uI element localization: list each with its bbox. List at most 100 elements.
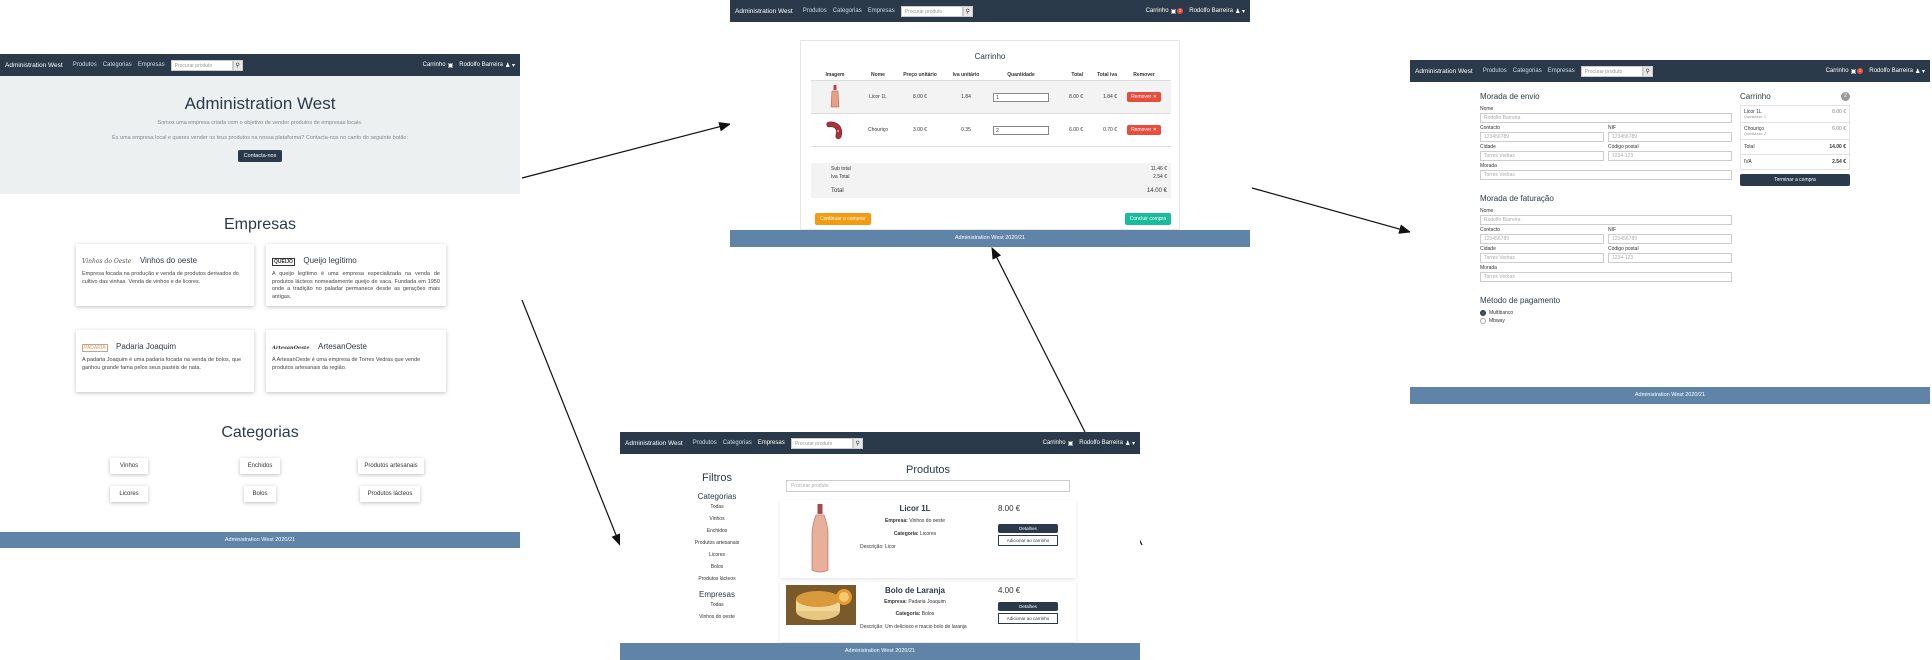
summary-item-qty: Quantidade: 1 bbox=[1744, 115, 1766, 119]
details-button[interactable]: Detalhes bbox=[998, 524, 1058, 533]
categoria-card[interactable]: Licores bbox=[110, 486, 148, 502]
nav-empresas[interactable]: Empresas bbox=[138, 62, 165, 68]
contact-button[interactable]: Contacta-nos bbox=[237, 150, 283, 162]
cidade-field[interactable]: Torres Vedras bbox=[1480, 253, 1604, 263]
contacto-field[interactable]: 123456789 bbox=[1480, 234, 1604, 244]
contacto-group: Contacto 123456789 bbox=[1480, 125, 1604, 142]
cart-link[interactable]: Carrinho bbox=[1826, 68, 1849, 74]
filter-item[interactable]: Bolos bbox=[692, 564, 742, 570]
user-menu[interactable]: Rodolfo Barreira bbox=[1869, 68, 1913, 74]
finish-purchase-button[interactable]: Terminar a compra bbox=[1740, 174, 1850, 186]
cart-link[interactable]: Carrinho bbox=[1043, 440, 1066, 446]
filter-item[interactable]: Todas bbox=[692, 602, 742, 608]
footer: Administration West 2020/21 bbox=[730, 230, 1250, 247]
iva-row: Iva Total 2.54 € bbox=[831, 174, 1167, 180]
empresa-card[interactable]: PADARIA Padaria Joaquim A padaria Joaqui… bbox=[76, 330, 254, 392]
user-menu[interactable]: Rodolfo Barreira bbox=[1189, 8, 1233, 14]
add-to-cart-button[interactable]: Adicionar ao carrinho bbox=[998, 613, 1058, 624]
brand-link[interactable]: Administration West bbox=[1415, 68, 1473, 75]
nav-empresas[interactable]: Empresas bbox=[1548, 68, 1575, 74]
filter-item[interactable]: Enchidos bbox=[692, 528, 742, 534]
categoria-card[interactable]: Enchidos bbox=[240, 458, 280, 474]
cell-remover: Remover ✕ bbox=[1117, 125, 1171, 135]
quantity-input[interactable]: 2 bbox=[993, 125, 1049, 135]
product-name[interactable]: Licor 1L bbox=[840, 504, 990, 513]
filter-item[interactable]: Produtos lácteos bbox=[692, 576, 742, 582]
categoria-card[interactable]: Produtos lácteos bbox=[360, 486, 420, 502]
filter-item[interactable]: Vinhos do oeste bbox=[692, 614, 742, 620]
shipping-form: Morada de envio Nome Rodolfo Barreira Co… bbox=[1480, 92, 1732, 324]
product-search-input[interactable]: Procurar produto bbox=[786, 480, 1070, 492]
header-preco: Preço unitário bbox=[903, 72, 937, 78]
radio-checked-icon[interactable] bbox=[1480, 310, 1486, 316]
nav-categorias[interactable]: Categorias bbox=[1513, 68, 1542, 74]
nav-produtos[interactable]: Produtos bbox=[1483, 68, 1507, 74]
label-nif: NIF bbox=[1608, 125, 1617, 131]
brand-link[interactable]: Administration West bbox=[5, 62, 63, 69]
details-button[interactable]: Detalhes bbox=[998, 602, 1058, 611]
categoria-card[interactable]: Vinhos bbox=[110, 458, 148, 474]
empresa-card[interactable]: QUEIJO Queijo legítimo A queijo legítimo… bbox=[266, 244, 446, 306]
payment-option[interactable]: Mbway bbox=[1480, 318, 1732, 324]
nav-produtos[interactable]: Produtos bbox=[693, 440, 717, 446]
categoria-card[interactable]: Bolos bbox=[244, 486, 276, 502]
filter-item[interactable]: Produtos artesanais bbox=[692, 540, 742, 546]
continue-shopping-button[interactable]: Continuar a comprar bbox=[815, 213, 871, 225]
cart-link[interactable]: Carrinho bbox=[423, 62, 446, 68]
nav-produtos[interactable]: Produtos bbox=[73, 62, 97, 68]
nif-field[interactable]: 123456789 bbox=[1608, 234, 1732, 244]
nav-categorias[interactable]: Categorias bbox=[103, 62, 132, 68]
search-icon[interactable]: ⚲ bbox=[852, 437, 863, 449]
cidade-field[interactable]: Torres Vedras bbox=[1480, 151, 1604, 161]
filter-item[interactable]: Licores bbox=[692, 552, 742, 558]
search-icon[interactable]: ⚲ bbox=[962, 5, 973, 17]
billing-row: Cidade Torres Vedras Código postal 1234-… bbox=[1480, 246, 1732, 263]
search-input[interactable]: Procurar produto bbox=[170, 59, 233, 71]
user-menu[interactable]: Rodolfo Barreira bbox=[459, 62, 503, 68]
morada-field[interactable]: Torres Vedras bbox=[1480, 272, 1732, 282]
codigo-postal-field[interactable]: 1234-123 bbox=[1608, 253, 1732, 263]
filter-item[interactable]: Vinhos bbox=[692, 516, 742, 522]
brand-link[interactable]: Administration West bbox=[625, 440, 683, 447]
payment-option[interactable]: Multibanco bbox=[1480, 310, 1732, 316]
nav-produtos[interactable]: Produtos bbox=[803, 8, 827, 14]
nav-categorias[interactable]: Categorias bbox=[833, 8, 862, 14]
nav-empresas[interactable]: Empresas bbox=[868, 8, 895, 14]
search-input[interactable]: Procurar produto bbox=[790, 437, 853, 449]
quantity-input[interactable]: 1 bbox=[993, 92, 1049, 102]
contacto-field[interactable]: 123456789 bbox=[1480, 132, 1604, 142]
summary-iva-value: 2.54 € bbox=[1832, 159, 1846, 165]
checkout-button[interactable]: Concluir compra bbox=[1124, 213, 1171, 225]
search-icon[interactable]: ⚲ bbox=[232, 59, 243, 71]
remove-button[interactable]: Remover ✕ bbox=[1127, 92, 1161, 102]
empresa-card[interactable]: Vinhos do Oeste Vinhos do oeste Empresa … bbox=[76, 244, 254, 306]
empresa-name: Padaria Joaquim bbox=[116, 342, 177, 351]
morada-field[interactable]: Torres Vedras bbox=[1480, 170, 1732, 180]
filter-categorias-title: Categorias bbox=[697, 492, 737, 501]
search-input[interactable]: Procurar produto bbox=[1580, 65, 1643, 77]
summary-total: Total 14.00 € bbox=[1740, 140, 1850, 155]
codigo-postal-field[interactable]: 1234-123 bbox=[1608, 151, 1732, 161]
nome-field[interactable]: Rodolfo Barreira bbox=[1480, 113, 1732, 123]
subtotal-value: 11.46 € bbox=[1150, 166, 1167, 172]
categoria-card[interactable]: Produtos artesanais bbox=[358, 458, 424, 474]
search-input[interactable]: Procurar produto bbox=[900, 5, 963, 17]
product-categoria: Categoria: Licores bbox=[840, 531, 990, 537]
add-to-cart-button[interactable]: Adicionar ao carrinho bbox=[998, 535, 1058, 546]
filter-item[interactable]: Todas bbox=[692, 504, 742, 510]
nome-field[interactable]: Rodolfo Barreira bbox=[1480, 215, 1732, 225]
nif-field[interactable]: 123456789 bbox=[1608, 132, 1732, 142]
brand-link[interactable]: Administration West bbox=[735, 8, 793, 15]
empresa-card[interactable]: ArtesanOeste ArtesanOeste A ArtesanOeste… bbox=[266, 330, 446, 392]
empresa-logo: QUEIJO bbox=[272, 258, 295, 266]
search-icon[interactable]: ⚲ bbox=[1642, 65, 1653, 77]
radio-icon[interactable] bbox=[1480, 318, 1486, 324]
nav-empresas[interactable]: Empresas bbox=[758, 440, 785, 446]
remove-button[interactable]: Remover ✕ bbox=[1127, 125, 1161, 135]
table-header: Imagem Nome Preço unitário Iva unitário … bbox=[811, 69, 1171, 81]
nav-categorias[interactable]: Categorias bbox=[723, 440, 752, 446]
cart-link[interactable]: Carrinho bbox=[1146, 8, 1169, 14]
product-name[interactable]: Bolo de Laranja bbox=[840, 586, 990, 595]
cell-nome: Chouriço bbox=[867, 127, 888, 133]
user-menu[interactable]: Rodolfo Barreira bbox=[1079, 440, 1123, 446]
